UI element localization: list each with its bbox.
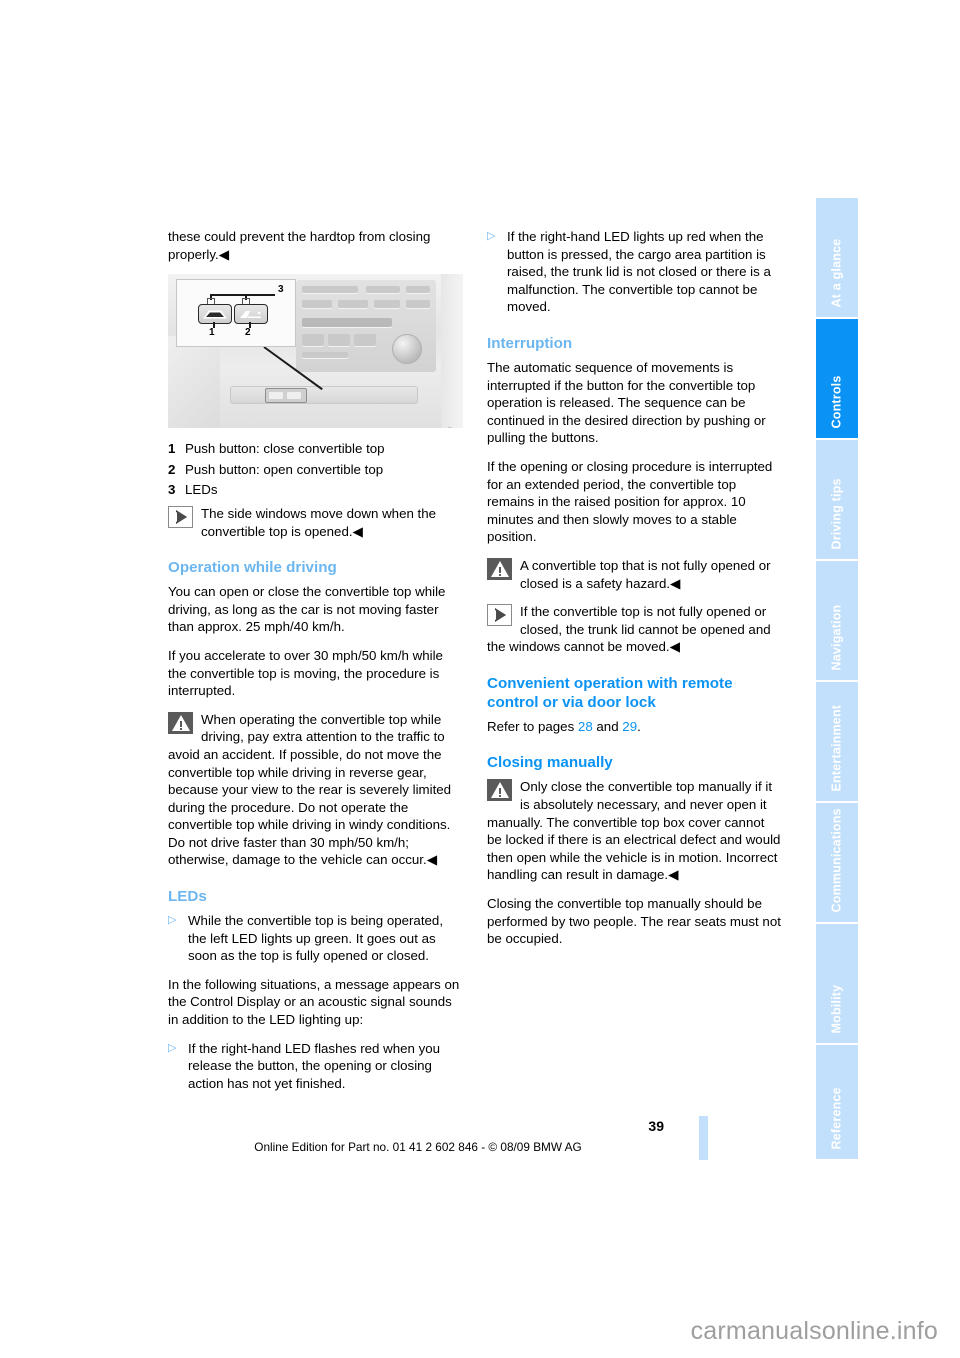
legend-text: LEDs bbox=[185, 482, 218, 498]
legend-text: Push button: open convertible top bbox=[185, 461, 384, 477]
heading-closing-manually: Closing manually bbox=[487, 754, 613, 772]
legend-item: 1 Push button: close convertible top bbox=[168, 440, 463, 458]
page-link-29[interactable]: 29 bbox=[622, 719, 637, 734]
warning-triangle-icon bbox=[168, 711, 193, 734]
legend-number: 3 bbox=[168, 482, 176, 498]
warning-triangle-icon bbox=[487, 779, 512, 802]
note-text: If the convertible top is not fully open… bbox=[487, 604, 771, 655]
sidebar-tab-reference[interactable]: Reference bbox=[816, 1045, 858, 1159]
site-watermark: carmanualsonline.info bbox=[690, 1317, 938, 1345]
warning-closing-manually: Only close the convertible top manually … bbox=[487, 778, 782, 884]
sidebar-tab-entertainment[interactable]: Entertainment bbox=[816, 682, 858, 801]
heading-leds: LEDs bbox=[168, 888, 207, 906]
sidebar-tab-label: Mobility bbox=[829, 984, 844, 1033]
sidebar-tab-label: Controls bbox=[829, 375, 844, 428]
legend-text: Push button: close convertible top bbox=[185, 441, 385, 457]
refer-suffix: . bbox=[637, 718, 641, 734]
sidebar-tab-navigation[interactable]: Navigation bbox=[816, 561, 858, 680]
heading-convenient-operation: Convenient operation with remote control… bbox=[487, 674, 733, 711]
console-tray bbox=[230, 386, 418, 405]
led-bullet-item: ▷ If the right-hand LED flashes red when… bbox=[168, 1040, 463, 1093]
bullet-triangle-icon: ▷ bbox=[168, 1041, 177, 1054]
paragraph-refer-to-pages: Refer to pages 28 and 29. bbox=[487, 718, 782, 736]
button-detail-inset: 1 2 3 bbox=[176, 279, 296, 348]
bullet-text: If the right-hand LED lights up red when… bbox=[507, 229, 771, 315]
paragraph-leds-situations: In the following situations, a message a… bbox=[168, 976, 460, 1028]
footer-rule bbox=[699, 1116, 708, 1160]
info-triangle-icon bbox=[168, 505, 193, 528]
sidebar-tab-label: Driving tips bbox=[829, 477, 844, 549]
warning-text: When operating the convertible top while… bbox=[168, 711, 452, 868]
warning-operating-while-driving: When operating the convertible top while… bbox=[168, 711, 463, 869]
refer-prefix: Refer to pages bbox=[487, 718, 578, 734]
sidebar-tab-communications[interactable]: Communications bbox=[816, 803, 858, 922]
info-triangle-icon bbox=[487, 604, 512, 627]
section-tab-sidebar: At a glance Controls Driving tips Naviga… bbox=[816, 198, 858, 1159]
paragraph-closing-manually: Closing the convertible top manually sho… bbox=[487, 896, 781, 947]
close-convertible-top-button bbox=[198, 304, 232, 325]
note-side-windows: The side windows move down when the conv… bbox=[168, 505, 463, 540]
sidebar-tab-label: Navigation bbox=[829, 604, 844, 670]
warning-triangle-icon bbox=[487, 557, 512, 580]
left-column: these could prevent the hardtop from clo… bbox=[168, 228, 463, 1103]
convertible-top-switch bbox=[265, 388, 307, 404]
right-column: ▷ If the right-hand LED lights up red wh… bbox=[487, 228, 782, 959]
manual-page: these could prevent the hardtop from clo… bbox=[0, 0, 960, 1358]
figure-label-3: 3 bbox=[278, 284, 284, 296]
paragraph-interruption-2: If the opening or closing procedure is i… bbox=[487, 458, 773, 545]
console-knob-icon bbox=[392, 334, 422, 365]
figure-label-2: 2 bbox=[245, 327, 251, 339]
page-number: 39 bbox=[648, 1118, 664, 1134]
paragraph-interruption-1: The automatic sequence of movements is i… bbox=[487, 359, 766, 446]
open-top-glyph-icon bbox=[240, 311, 261, 319]
refer-mid: and bbox=[592, 718, 623, 734]
legend-item: 3 LEDs bbox=[168, 481, 463, 499]
page-link-28[interactable]: 28 bbox=[578, 719, 593, 734]
warning-text: A convertible top that is not fully open… bbox=[520, 557, 771, 591]
sidebar-tab-label: Entertainment bbox=[829, 704, 844, 791]
paragraph-operation-2: If you accelerate to over 30 mph/50 km/h… bbox=[168, 647, 443, 699]
center-stack bbox=[296, 280, 436, 373]
legend-item: 2 Push button: open convertible top bbox=[168, 461, 463, 479]
bullet-triangle-icon: ▷ bbox=[168, 914, 177, 927]
figure-credit: BMW bbox=[443, 426, 461, 428]
convertible-top-buttons-figure: 1 2 3 BMW bbox=[168, 274, 463, 429]
footer-credit: Online Edition for Part no. 01 41 2 602 … bbox=[254, 1140, 582, 1154]
warning-text: Only close the convertible top manually … bbox=[487, 779, 781, 883]
console-right-trim bbox=[441, 274, 463, 429]
bullet-text: If the right-hand LED flashes red when y… bbox=[188, 1040, 441, 1091]
sidebar-tab-driving-tips[interactable]: Driving tips bbox=[816, 440, 858, 559]
sidebar-tab-mobility[interactable]: Mobility bbox=[816, 924, 858, 1043]
note-trunk-lid: If the convertible top is not fully open… bbox=[487, 603, 782, 656]
paragraph-operation-1: You can open or close the convertible to… bbox=[168, 584, 446, 635]
led-bullet-item: ▷ While the convertible top is being ope… bbox=[168, 912, 463, 965]
figure-legend-list: 1 Push button: close convertible top 2 P… bbox=[168, 440, 463, 499]
open-convertible-top-button bbox=[234, 304, 268, 325]
figure-label-1: 1 bbox=[209, 327, 215, 339]
intro-paragraph: these could prevent the hardtop from clo… bbox=[168, 229, 431, 262]
legend-number: 2 bbox=[168, 461, 176, 477]
sidebar-tab-label: Reference bbox=[829, 1086, 844, 1149]
page-footer: 39 Online Edition for Part no. 01 41 2 6… bbox=[168, 1108, 708, 1168]
legend-number: 1 bbox=[168, 441, 176, 457]
sidebar-tab-label: At a glance bbox=[829, 238, 844, 307]
heading-interruption: Interruption bbox=[487, 334, 573, 352]
close-top-glyph-icon bbox=[203, 310, 227, 319]
sidebar-tab-label: Communications bbox=[829, 807, 844, 912]
warning-safety-hazard: A convertible top that is not fully open… bbox=[487, 557, 782, 592]
heading-operation-while-driving: Operation while driving bbox=[168, 559, 337, 577]
sidebar-tab-controls[interactable]: Controls bbox=[816, 319, 858, 438]
console-left-trim bbox=[168, 336, 220, 429]
note-text: The side windows move down when the conv… bbox=[201, 505, 437, 539]
bullet-text: While the convertible top is being opera… bbox=[188, 913, 444, 964]
bullet-triangle-icon: ▷ bbox=[487, 230, 496, 242]
led-bullet-item: ▷ If the right-hand LED lights up red wh… bbox=[487, 228, 782, 316]
sidebar-tab-at-a-glance[interactable]: At a glance bbox=[816, 198, 858, 317]
